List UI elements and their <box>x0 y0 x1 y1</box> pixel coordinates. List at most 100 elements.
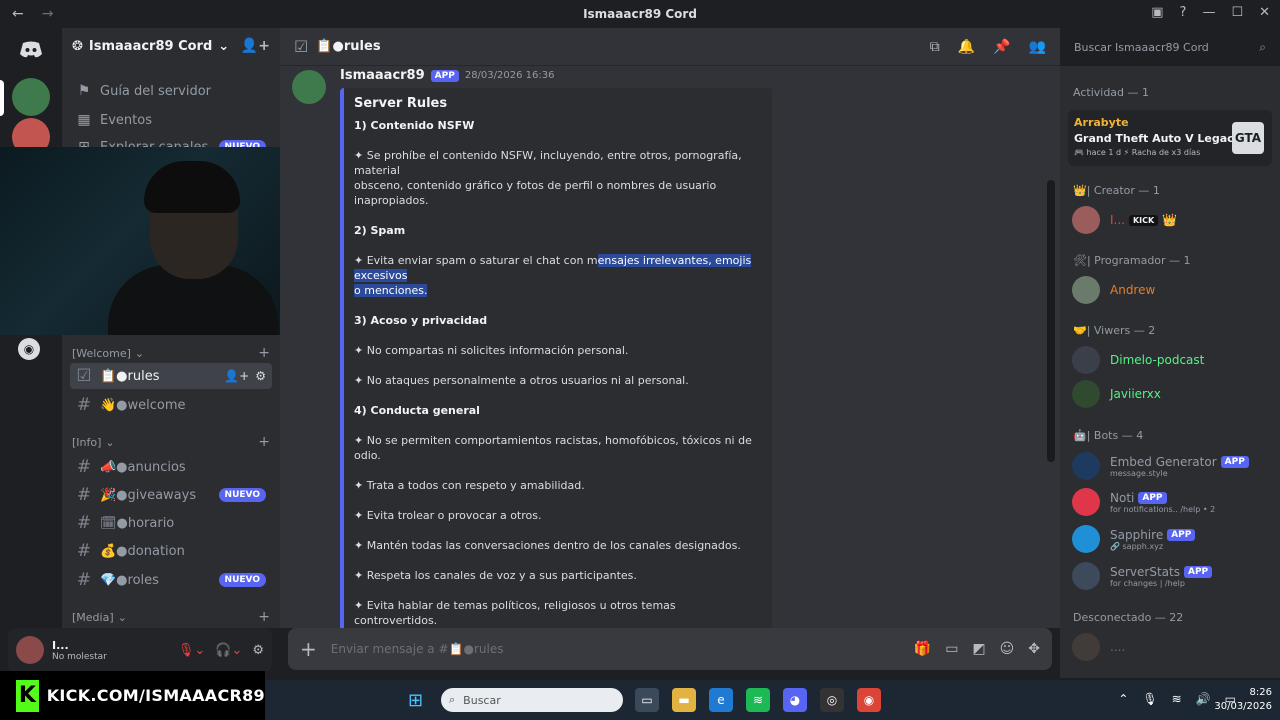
member-dimelo-podcast[interactable]: Dimelo-podcast <box>1072 344 1272 376</box>
hash-icon: # <box>76 513 92 533</box>
rule-text: 2) Spam <box>354 224 406 237</box>
rule-text: ✦ Respeta los canales de voz y a sus par… <box>354 569 637 582</box>
avatar <box>1072 206 1100 234</box>
chrome-icon[interactable]: ◉ <box>857 688 881 712</box>
mic-icon[interactable]: 🎙 <box>1142 692 1157 706</box>
taskbar-search[interactable]: ⌕ Buscar <box>441 688 623 712</box>
member-embed-generator[interactable]: Embed Generator APP message.style <box>1072 450 1272 482</box>
mic-muted-icon[interactable]: 🎙⌄ <box>178 643 205 658</box>
member-list: Actividad — 1 Arrabyte Grand Theft Auto … <box>1060 66 1280 678</box>
members-icon[interactable]: 👥 <box>1029 39 1046 55</box>
minimize-icon[interactable]: — <box>1202 5 1215 20</box>
gear-icon[interactable]: ⚙ <box>255 369 266 383</box>
invite-icon[interactable]: 👤+ <box>224 369 249 383</box>
gift-icon[interactable]: 🎁 <box>914 641 931 657</box>
rule-text: ✦ Evita hablar de temas políticos, relig… <box>354 599 676 627</box>
gif-icon[interactable]: ▭ <box>945 641 958 657</box>
add-channel-icon[interactable]: + <box>258 345 270 361</box>
member-noti[interactable]: Noti APP for notifications.. /help • 2 <box>1072 486 1272 518</box>
member-sapphire[interactable]: Sapphire APP 🔗 sapph.xyz <box>1072 523 1272 555</box>
file-explorer-icon[interactable]: ▬ <box>672 688 696 712</box>
headphones-deafened-icon[interactable]: 🎧⌄ <box>215 643 242 658</box>
channel-rules[interactable]: ☑ 📋●rules 👤+ ⚙ <box>70 363 272 389</box>
gear-icon[interactable]: ⚙ <box>252 643 264 658</box>
rule-line: ✦ Trata a todos con respeto y amabilidad… <box>354 478 762 493</box>
channel-anuncios[interactable]: # 📣●anuncios <box>70 454 272 480</box>
member-name: Andrew <box>1110 283 1156 297</box>
forward-icon[interactable]: → <box>42 6 54 22</box>
message-author[interactable]: Ismaaacr89 <box>340 68 425 83</box>
channel-label: 📋●rules <box>100 368 160 384</box>
discord-home-icon[interactable] <box>11 32 51 68</box>
chevron-up-icon[interactable]: ⌃ <box>1118 692 1128 706</box>
nav-buttons: ← → <box>0 6 53 22</box>
embed-spacer <box>354 493 762 508</box>
server-icon-ismaaacr89[interactable] <box>12 78 50 116</box>
add-attachment-icon[interactable]: + <box>300 637 317 661</box>
new-badge: NUEVO <box>218 573 266 587</box>
maximize-icon[interactable]: ☐ <box>1231 5 1243 20</box>
volume-icon[interactable]: 🔊 <box>1196 692 1211 706</box>
explore-icon[interactable]: ◉ <box>18 338 40 360</box>
sidebar-item-events[interactable]: ▦ Eventos <box>70 107 272 133</box>
sidebar-item-label: Guía del servidor <box>100 83 211 99</box>
offline-header: Desconectado — 22 <box>1073 611 1184 624</box>
spotify-icon[interactable]: ≋ <box>746 688 770 712</box>
chevron-down-icon: ⌄ <box>117 610 127 624</box>
rule-text: 4) Conducta general <box>354 404 480 417</box>
taskbar-apps: ▭ ▬ e ≋ ◕ ◎ ◉ <box>635 688 881 712</box>
avatar <box>1072 633 1100 661</box>
apps-icon[interactable]: ✥ <box>1028 641 1040 657</box>
sidebar-item-guide[interactable]: ⚑ Guía del servidor <box>70 78 272 104</box>
channel-donation[interactable]: # 💰●donation <box>70 538 272 564</box>
chat-scrollbar[interactable] <box>1047 180 1055 462</box>
pin-icon[interactable]: 📌 <box>993 39 1010 55</box>
threads-icon[interactable]: ⧉ <box>930 39 940 55</box>
member-status-text: for changes | /help <box>1110 578 1185 588</box>
channel-giveaways[interactable]: # 🎉●giveaways NUEVO <box>70 482 272 508</box>
back-icon[interactable]: ← <box>12 6 24 22</box>
message-composer[interactable]: + Enviar mensaje a #📋●rules 🎁 ▭ ◩ ☺ ✥ <box>288 628 1052 670</box>
clock[interactable]: 8:26 30/03/2026 <box>1214 686 1272 714</box>
rule-line: ✦ Evita enviar spam o saturar el chat co… <box>354 253 762 283</box>
wifi-icon[interactable]: ≋ <box>1172 692 1182 706</box>
webcam-person-hair <box>144 161 240 213</box>
message-input[interactable]: Enviar mensaje a #📋●rules <box>331 642 504 656</box>
avatar[interactable] <box>292 70 326 104</box>
member-serverstats[interactable]: ServerStats APP for changes | /help <box>1072 560 1272 592</box>
help-icon[interactable]: ? <box>1180 5 1187 20</box>
hash-icon: # <box>76 395 92 415</box>
add-channel-icon[interactable]: + <box>258 609 270 625</box>
avatar[interactable] <box>16 636 44 664</box>
category-welcome[interactable]: [Welcome] ⌄ + <box>72 344 270 362</box>
channel-horario[interactable]: # 🗓●horario <box>70 510 272 536</box>
invite-icon[interactable]: 👤+ <box>241 38 270 54</box>
hash-icon: # <box>76 541 92 561</box>
close-icon[interactable]: ✕ <box>1259 5 1270 20</box>
server-header[interactable]: ❂ Ismaaacr89 Cord ⌄ 👤+ <box>62 28 280 64</box>
category-info[interactable]: [Info] ⌄ + <box>72 433 270 451</box>
windows-start-icon[interactable]: ⊞ <box>408 690 423 711</box>
embed-spacer <box>354 523 762 538</box>
member-offline[interactable]: .... <box>1072 631 1272 663</box>
add-channel-icon[interactable]: + <box>258 434 270 450</box>
search-input[interactable]: Buscar Ismaaacr89 Cord ⌕ <box>1068 36 1272 58</box>
activity-card[interactable]: Arrabyte Grand Theft Auto V Legacy 🎮 hac… <box>1068 110 1272 166</box>
task-view-icon[interactable]: ▭ <box>635 688 659 712</box>
channel-label: 🗓●horario <box>100 515 175 531</box>
embed-spacer <box>354 208 762 223</box>
member-andrew[interactable]: Andrew <box>1072 274 1272 306</box>
inbox-icon[interactable]: ▣ <box>1151 5 1163 20</box>
bell-icon[interactable]: 🔔 <box>958 39 975 55</box>
emoji-icon[interactable]: ☺ <box>1000 641 1015 657</box>
member-creator[interactable]: I... KICK 👑 <box>1072 204 1272 236</box>
obs-icon[interactable]: ◎ <box>820 688 844 712</box>
member-javiierxx[interactable]: Javiierxx <box>1072 378 1272 410</box>
channel-roles[interactable]: # 💎●roles NUEVO <box>70 567 272 593</box>
sticker-icon[interactable]: ◩ <box>972 641 985 657</box>
category-media[interactable]: [Media] ⌄ + <box>72 608 270 626</box>
discord-taskbar-icon[interactable]: ◕ <box>783 688 807 712</box>
window-controls: ▣ ? — ☐ ✕ <box>1151 5 1270 20</box>
edge-icon[interactable]: e <box>709 688 733 712</box>
channel-welcome[interactable]: # 👋●welcome <box>70 392 272 418</box>
